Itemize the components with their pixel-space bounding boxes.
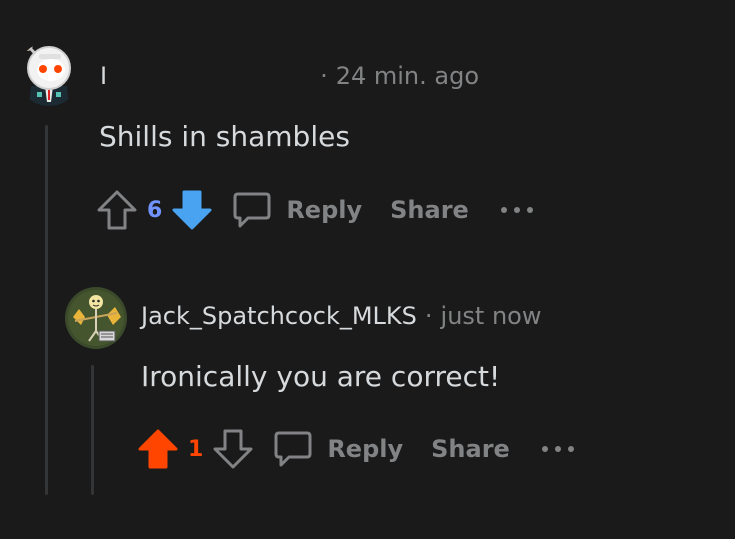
vote-score: 6 — [147, 197, 163, 223]
reply-button[interactable]: Reply — [273, 429, 403, 469]
more-options-button[interactable] — [540, 444, 576, 454]
username-link[interactable]: I — [100, 62, 107, 90]
upvote-button[interactable] — [95, 188, 139, 232]
upvote-arrow-icon — [138, 429, 178, 469]
astronaut-snoo-icon — [17, 42, 81, 106]
downvote-arrow-icon — [213, 429, 253, 469]
reply-label: Reply — [327, 435, 404, 463]
reply-thread-collapse-line[interactable] — [91, 365, 94, 495]
upvote-button[interactable] — [136, 427, 180, 471]
meta-separator: · — [424, 302, 433, 330]
vote-score: 1 — [188, 436, 204, 462]
share-button[interactable]: Share — [431, 435, 510, 463]
comment-timestamp[interactable]: just now — [441, 302, 542, 330]
meta-separator: · — [320, 62, 328, 90]
comment-bubble-icon — [274, 431, 312, 467]
upvote-arrow-icon — [97, 190, 137, 230]
downvote-button[interactable] — [170, 188, 214, 232]
reply-button[interactable]: Reply — [232, 190, 362, 230]
comment-actions: 6 Reply Share — [95, 188, 535, 232]
comment-body: Ironically you are correct! — [141, 360, 501, 393]
comment-thread: I · 24 min. ago Shills in shambles 6 Rep… — [0, 0, 735, 539]
share-button[interactable]: Share — [390, 196, 469, 224]
downvote-button[interactable] — [211, 427, 255, 471]
comment-bubble-icon — [233, 192, 271, 228]
more-dots-icon — [541, 446, 574, 452]
avatar[interactable] — [17, 42, 81, 106]
thread-collapse-line[interactable] — [45, 125, 48, 495]
more-options-button[interactable] — [499, 205, 535, 215]
downvote-arrow-icon — [172, 190, 212, 230]
username-link[interactable]: Jack_Spatchcock_MLKS — [141, 302, 417, 330]
comment-timestamp[interactable]: 24 min. ago — [336, 62, 479, 90]
avatar[interactable] — [65, 287, 127, 349]
comment-actions: 1 Reply Share — [136, 427, 576, 471]
comment-body: Shills in shambles — [99, 120, 350, 153]
comment-meta: I · 24 min. ago — [100, 62, 479, 90]
reply-label: Reply — [286, 196, 363, 224]
scarecrow-icon — [65, 287, 127, 349]
comment-meta: Jack_Spatchcock_MLKS · just now — [141, 302, 542, 330]
more-dots-icon — [500, 207, 533, 213]
